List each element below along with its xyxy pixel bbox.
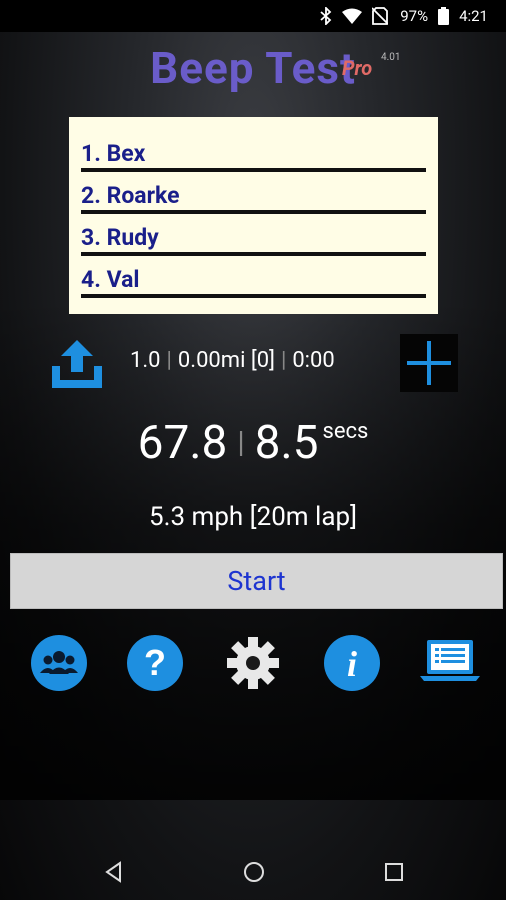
player-row[interactable]: 4. Val [81,258,426,298]
player-name: 3. Rudy [81,224,159,251]
player-name: 2. Roarke [81,182,180,209]
timer-display: 67.8 | 8.5 secs [0,416,506,470]
group-button[interactable] [30,634,88,692]
help-icon: ? [127,635,183,691]
navigation-bar [0,842,506,900]
distance-value: 0.00mi [0] [177,348,275,373]
upload-icon [52,340,102,388]
home-circle-icon [244,862,264,882]
recents-button[interactable] [382,860,406,884]
no-sim-icon [372,7,389,25]
elapsed-value: 0:00 [292,348,335,373]
stats-line: 1.0 | 0.00mi [0] | 0:00 [130,348,335,373]
battery-icon [438,7,450,25]
row-divider [81,294,426,298]
player-row[interactable]: 2. Roarke [81,174,426,214]
back-button[interactable] [102,860,126,884]
home-button[interactable] [242,860,266,884]
app-title-text: Beep Test [150,42,356,94]
results-laptop-icon [420,640,480,681]
svg-text:?: ? [144,642,166,683]
player-list: 1. Bex 2. Roarke 3. Rudy 4. Val [69,117,438,314]
separator: | [237,425,245,460]
player-name: 4. Val [81,266,140,293]
status-icons: 97% 4:21 [320,0,488,32]
start-button[interactable]: Start [10,553,503,609]
app-screen: 97% 4:21 Beep Test Pro 4.01 1. Bex 2. Ro… [0,0,506,900]
settings-icon [227,637,279,689]
speed-text: 5.3 mph [20m lap] [148,502,358,532]
back-triangle-icon [105,861,121,883]
clock: 4:21 [459,7,488,25]
version-label: 4.01 [381,52,401,63]
level-value: 1.0 [130,348,161,373]
group-icon [31,635,87,691]
svg-text:i: i [347,644,357,684]
upload-button[interactable] [48,336,106,392]
status-bar: 97% 4:21 [0,0,506,32]
add-button[interactable] [400,334,458,392]
pro-badge: Pro [342,56,373,80]
player-name: 1. Bex [81,140,146,167]
separator: | [166,348,172,373]
total-time: 67.8 [137,416,228,470]
results-button[interactable] [420,634,480,692]
row-divider [81,252,426,256]
bluetooth-icon [320,7,332,25]
time-unit: secs [322,419,369,444]
app-title: Beep Test Pro 4.01 [0,42,506,102]
wifi-icon [342,8,363,24]
battery-percent: 97% [400,7,429,25]
row-divider [81,210,426,214]
recents-square-icon [385,863,403,881]
player-row[interactable]: 1. Bex [81,132,426,172]
player-row[interactable]: 3. Rudy [81,216,426,256]
plus-icon [407,341,451,385]
settings-button[interactable] [224,634,282,692]
lap-time: 8.5 [254,416,319,470]
info-icon: i [324,635,380,691]
help-button[interactable]: ? [126,634,184,692]
separator: | [280,348,287,373]
row-divider [81,168,426,172]
info-button[interactable]: i [323,634,381,692]
